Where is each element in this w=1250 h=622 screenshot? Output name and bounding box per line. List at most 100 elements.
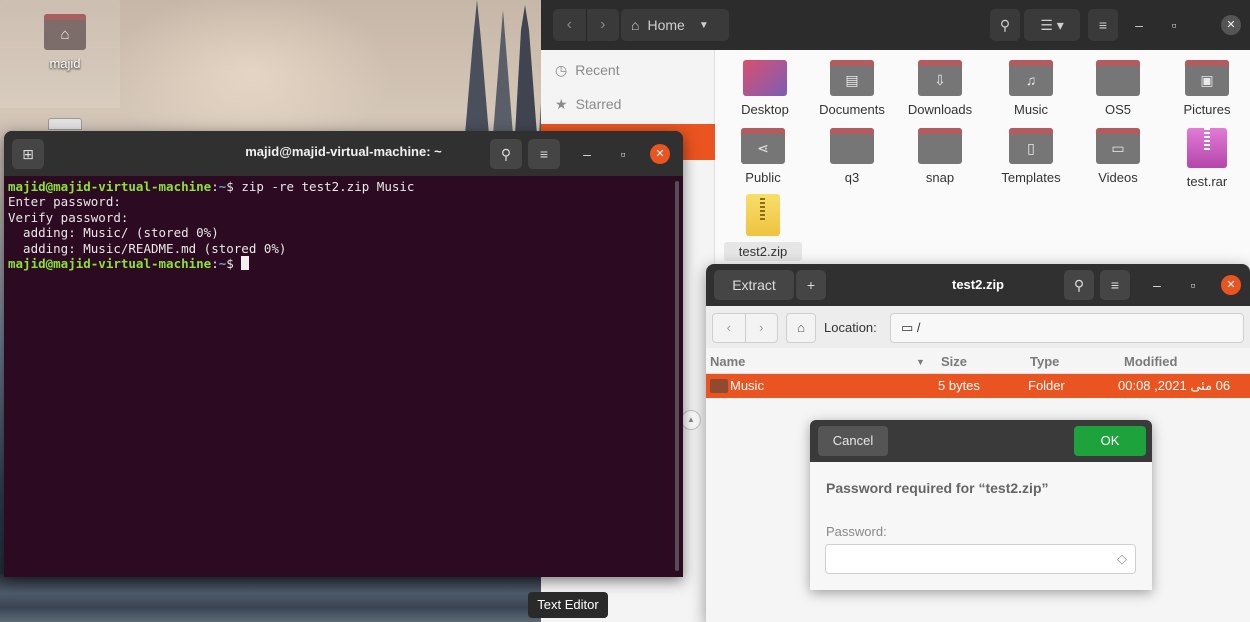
home-icon: ⌂: [631, 17, 640, 33]
pictures-folder-icon: ▣: [1185, 60, 1229, 96]
sidebar-item-label: Starred: [575, 96, 622, 112]
terminal-output-line: Enter password:: [8, 194, 121, 210]
drive-icon[interactable]: [48, 118, 82, 130]
file-item-desktop[interactable]: Desktop: [726, 60, 804, 117]
terminal-minimize-button[interactable]: –: [572, 139, 602, 169]
location-value: /: [916, 320, 921, 335]
folder-icon: [1096, 60, 1140, 96]
terminal-menu-button[interactable]: ≡: [528, 139, 560, 169]
file-label: test.rar: [1186, 174, 1228, 189]
archive-title: test2.zip: [951, 277, 1004, 292]
sidebar-item-recent[interactable]: ◷ Recent: [541, 52, 715, 88]
table-row[interactable]: Music 5 bytes Folder 06 مئی 2021, 00:08: [706, 374, 1250, 398]
file-item-documents[interactable]: ▤ Documents: [813, 60, 891, 117]
column-name[interactable]: Name: [710, 354, 745, 369]
add-files-button[interactable]: +: [796, 270, 826, 300]
music-folder-icon: ♫: [1009, 60, 1053, 96]
public-folder-icon: ⋖: [741, 128, 785, 164]
row-modified: 06 مئی 2021, 00:08: [1118, 378, 1231, 393]
file-item-test-rar[interactable]: test.rar: [1168, 128, 1246, 189]
terminal-titlebar: ⊞ majid@majid-virtual-machine: ~ ⚲ ≡ – ▫…: [4, 131, 683, 176]
maximize-button[interactable]: ▫: [1159, 9, 1189, 41]
file-item-snap[interactable]: snap: [901, 128, 979, 185]
column-modified[interactable]: Modified: [1124, 354, 1177, 369]
terminal-command: zip -re test2.zip Music: [241, 179, 415, 194]
archive-minimize-button[interactable]: –: [1142, 270, 1172, 300]
column-type[interactable]: Type: [1030, 354, 1059, 369]
archive-search-button[interactable]: ⚲: [1064, 270, 1094, 300]
search-icon: ⚲: [500, 146, 512, 162]
list-view-icon: ☰ ▾: [1040, 16, 1064, 33]
path-bar-home-button[interactable]: ⌂ Home ▼: [621, 9, 729, 41]
file-item-videos[interactable]: ▭ Videos: [1079, 128, 1157, 185]
eject-icon[interactable]: ▲: [681, 410, 701, 430]
location-field[interactable]: ▭ /: [890, 313, 1244, 343]
location-label: Location:: [824, 320, 877, 335]
templates-folder-icon: ▯: [1009, 128, 1053, 164]
minimize-button[interactable]: –: [1124, 9, 1154, 41]
search-button[interactable]: ⚲: [990, 9, 1020, 41]
clock-icon: ◷: [555, 61, 568, 78]
hamburger-icon: ≡: [539, 146, 549, 162]
password-dialog: Cancel OK Password required for “test2.z…: [810, 420, 1152, 590]
back-button[interactable]: ‹: [713, 314, 745, 342]
dialog-message: Password required for “test2.zip”: [826, 480, 1049, 496]
terminal-command-line: majid@majid-virtual-machine:~$ zip -re t…: [8, 179, 668, 194]
shield-icon: ◇: [1117, 551, 1127, 566]
prompt-separator: :: [211, 179, 219, 194]
file-item-q3[interactable]: q3: [813, 128, 891, 185]
prompt-separator: :: [211, 256, 219, 272]
home-icon: ⌂: [797, 320, 805, 335]
archive-close-button[interactable]: ✕: [1221, 275, 1241, 295]
path-label: Home: [647, 17, 685, 33]
sidebar-item-starred[interactable]: ★ Starred: [541, 86, 715, 122]
column-size[interactable]: Size: [941, 354, 967, 369]
file-item-templates[interactable]: ▯ Templates: [992, 128, 1070, 185]
file-item-public[interactable]: ⋖ Public: [724, 128, 802, 185]
terminal-maximize-button[interactable]: ▫: [608, 139, 638, 169]
terminal-close-button[interactable]: ✕: [650, 144, 670, 164]
row-type: Folder: [1028, 378, 1065, 393]
file-item-music[interactable]: ♫ Music: [992, 60, 1070, 117]
search-icon: ⚲: [1073, 277, 1085, 293]
back-button[interactable]: ‹: [553, 9, 586, 41]
cancel-button[interactable]: Cancel: [818, 426, 888, 456]
terminal-window[interactable]: ⊞ majid@majid-virtual-machine: ~ ⚲ ≡ – ▫…: [4, 131, 683, 577]
file-label: Downloads: [907, 102, 973, 117]
file-item-os5[interactable]: OS5: [1079, 60, 1157, 117]
folder-icon: [710, 379, 728, 393]
terminal-prompt-line: majid@majid-virtual-machine:~$: [8, 256, 668, 271]
terminal-output-line: adding: Music/ (stored 0%): [8, 225, 219, 241]
row-size: 5 bytes: [938, 378, 980, 393]
forward-button[interactable]: ›: [744, 314, 778, 342]
file-label: Videos: [1098, 170, 1138, 185]
file-item-downloads[interactable]: ⇩ Downloads: [901, 60, 979, 117]
archive-maximize-button[interactable]: ▫: [1178, 270, 1208, 300]
archive-menu-button[interactable]: ≡: [1100, 270, 1130, 300]
file-item-pictures[interactable]: ▣ Pictures: [1168, 60, 1246, 117]
star-icon: ★: [555, 95, 568, 112]
desktop-folder-icon: [743, 60, 787, 96]
close-button[interactable]: ✕: [1221, 15, 1241, 35]
terminal-cursor: [241, 256, 250, 271]
ok-button[interactable]: OK: [1074, 426, 1146, 456]
sidebar-item-label: Recent: [575, 62, 620, 78]
forward-button[interactable]: ›: [585, 9, 620, 41]
file-label: snap: [925, 170, 955, 185]
terminal-search-button[interactable]: ⚲: [490, 139, 522, 169]
archive-home-button[interactable]: ⌂: [786, 313, 816, 343]
password-field[interactable]: ◇: [825, 544, 1136, 574]
file-label: Pictures: [1183, 102, 1231, 117]
archive-nav-buttons: ‹ ›: [712, 313, 778, 343]
archive-titlebar: Extract + test2.zip ⚲ ≡ – ▫ ✕: [706, 264, 1250, 306]
files-headerbar: ‹ › ⌂ Home ▼ ⚲ ☰ ▾ ≡ – ▫ ✕: [541, 0, 1250, 50]
prompt-dollar: $: [226, 179, 242, 194]
extract-button[interactable]: Extract: [714, 270, 794, 300]
menu-button[interactable]: ≡: [1088, 9, 1118, 41]
videos-folder-icon: ▭: [1096, 128, 1140, 164]
file-label: Templates: [1001, 170, 1061, 185]
terminal-scrollbar[interactable]: [675, 181, 679, 571]
terminal-output[interactable]: majid@majid-virtual-machine:~$ zip -re t…: [8, 179, 668, 271]
view-list-button[interactable]: ☰ ▾: [1024, 9, 1080, 41]
file-item-test2-zip[interactable]: test2.zip: [724, 194, 802, 261]
